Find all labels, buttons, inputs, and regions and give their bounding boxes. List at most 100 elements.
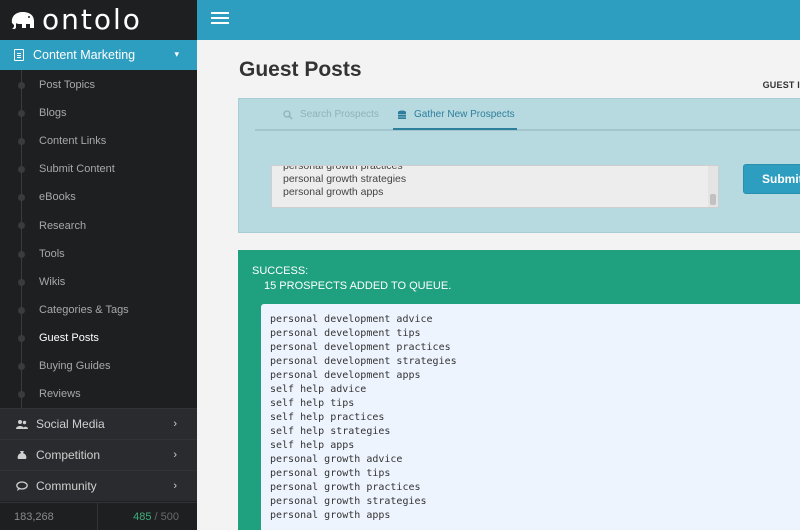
result-line: personal growth apps <box>270 510 391 521</box>
section-label: Community <box>36 479 97 494</box>
sidebar: ontolo Content Marketing ▾ Post Topics B… <box>0 0 197 530</box>
submit-button[interactable]: Submit <box>743 164 800 194</box>
brand-name: ontolo <box>42 3 142 36</box>
chevron-right-icon: › <box>173 449 177 462</box>
chevron-down-icon: ▾ <box>174 49 179 59</box>
bullet-icon <box>18 166 25 174</box>
sidebar-item-submit-content[interactable]: Submit Content <box>0 155 197 183</box>
sidebar-item-label: Categories & Tags <box>39 303 129 316</box>
users-icon <box>16 420 28 430</box>
result-line: personal growth strategies <box>270 496 427 507</box>
sidebar-item-guest-posts[interactable]: Guest Posts <box>0 324 197 352</box>
page-title: Guest Posts <box>239 58 362 81</box>
result-line: personal growth advice <box>270 454 403 465</box>
sidebar-item-label: Buying Guides <box>39 359 111 372</box>
sidebar-item-label: Guest Posts <box>39 331 99 344</box>
tab-gather-new-prospects[interactable]: Gather New Prospects <box>393 109 517 130</box>
sidebar-item-post-topics[interactable]: Post Topics <box>0 71 197 99</box>
subnav: Post Topics Blogs Content Links Submit C… <box>0 70 197 409</box>
sidebar-item-label: Reviews <box>39 388 81 401</box>
top-bar <box>197 0 800 40</box>
section-community[interactable]: Community › <box>0 470 197 502</box>
quota: 485 / 500 <box>98 503 197 530</box>
result-line: self help apps <box>270 440 355 451</box>
sidebar-item-wikis[interactable]: Wikis <box>0 268 197 296</box>
tab-search-prospects[interactable]: Search Prospects <box>283 109 379 120</box>
section-label: Competition <box>36 448 101 463</box>
success-message: 15 PROSPECTS ADDED TO QUEUE. <box>264 280 452 292</box>
elephant-logo-icon <box>11 12 34 30</box>
tab-label: Search Prospects <box>300 109 379 120</box>
bullet-icon <box>18 250 25 258</box>
result-line: self help practices <box>270 412 385 423</box>
sidebar-item-buying-guides[interactable]: Buying Guides <box>0 352 197 380</box>
sidebar-footer: 183,268 485 / 500 <box>0 502 197 530</box>
corner-label: GUEST I <box>762 80 800 90</box>
sidebar-item-label: Research <box>39 219 87 232</box>
keywords-lines: personal growth practices personal growt… <box>283 165 407 199</box>
sidebar-item-research[interactable]: Research <box>0 211 197 239</box>
brand-logo[interactable]: ontolo <box>0 0 197 40</box>
money-bag-icon <box>17 451 27 460</box>
main-content: Guest Posts GUEST I Search Prospects Gat… <box>197 40 800 530</box>
scrollbar[interactable] <box>708 166 718 207</box>
chat-icon <box>16 481 28 492</box>
sidebar-item-tools[interactable]: Tools <box>0 240 197 268</box>
sidebar-item-categories-tags[interactable]: Categories & Tags <box>0 296 197 324</box>
result-line: self help advice <box>270 384 367 395</box>
sidebar-item-label: Blogs <box>39 107 67 120</box>
sidebar-item-label: Post Topics <box>39 79 96 92</box>
sidebar-item-label: eBooks <box>39 191 76 204</box>
sidebar-item-blogs[interactable]: Blogs <box>0 99 197 127</box>
keyword-line: personal growth practices <box>283 165 403 172</box>
result-line: personal growth tips <box>270 468 391 479</box>
section-content-marketing[interactable]: Content Marketing ▾ <box>0 40 197 70</box>
quota-limit: 500 <box>160 510 179 523</box>
sidebar-item-reviews[interactable]: Reviews <box>0 380 197 408</box>
bullet-icon <box>18 82 25 89</box>
bullet-icon <box>18 222 25 230</box>
bullet-icon <box>18 306 25 314</box>
database-icon <box>398 110 406 119</box>
chevron-right-icon: › <box>173 480 177 493</box>
search-icon <box>283 109 293 119</box>
section-label: Social Media <box>36 417 105 432</box>
bullet-icon <box>18 334 25 342</box>
bullet-icon <box>18 278 25 286</box>
bullet-icon <box>18 362 25 370</box>
document-icon <box>14 49 24 61</box>
section-social-media[interactable]: Social Media › <box>0 408 197 440</box>
bullet-icon <box>18 391 25 399</box>
tab-label: Gather New Prospects <box>414 109 515 120</box>
result-line: personal development advice <box>270 314 433 325</box>
tab-bar: Search Prospects Gather New Prospects <box>255 99 800 131</box>
keywords-textarea[interactable]: personal growth practices personal growt… <box>271 165 719 208</box>
results-box: personal development advice personal deve… <box>261 304 800 530</box>
result-line: personal development practices <box>270 342 451 353</box>
result-line: self help tips <box>270 398 355 409</box>
bullet-icon <box>18 138 25 146</box>
quota-separator: / <box>151 510 161 523</box>
results-list: personal development advice personal deve… <box>270 313 457 523</box>
bullet-icon <box>18 194 25 202</box>
sidebar-item-content-links[interactable]: Content Links <box>0 127 197 155</box>
sidebar-item-label: Content Links <box>39 135 107 148</box>
total-count: 183,268 <box>0 503 98 530</box>
result-line: personal growth practices <box>270 482 421 493</box>
keyword-line: personal growth apps <box>283 186 384 198</box>
result-line: personal development tips <box>270 328 421 339</box>
sidebar-item-label: Submit Content <box>39 163 115 176</box>
sidebar-item-ebooks[interactable]: eBooks <box>0 183 197 211</box>
bullet-icon <box>18 110 25 118</box>
prospects-panel: Search Prospects Gather New Prospects pe… <box>238 98 800 233</box>
chevron-right-icon: › <box>173 418 177 431</box>
quota-used: 485 <box>133 510 152 523</box>
menu-icon[interactable] <box>211 12 229 26</box>
section-label: Content Marketing <box>33 48 136 62</box>
result-line: self help strategies <box>270 426 391 437</box>
success-heading: SUCCESS: <box>252 265 309 277</box>
section-competition[interactable]: Competition › <box>0 439 197 471</box>
result-line: personal development strategies <box>270 356 457 367</box>
sidebar-item-label: Tools <box>39 247 65 260</box>
keyword-line: personal growth strategies <box>283 173 407 185</box>
